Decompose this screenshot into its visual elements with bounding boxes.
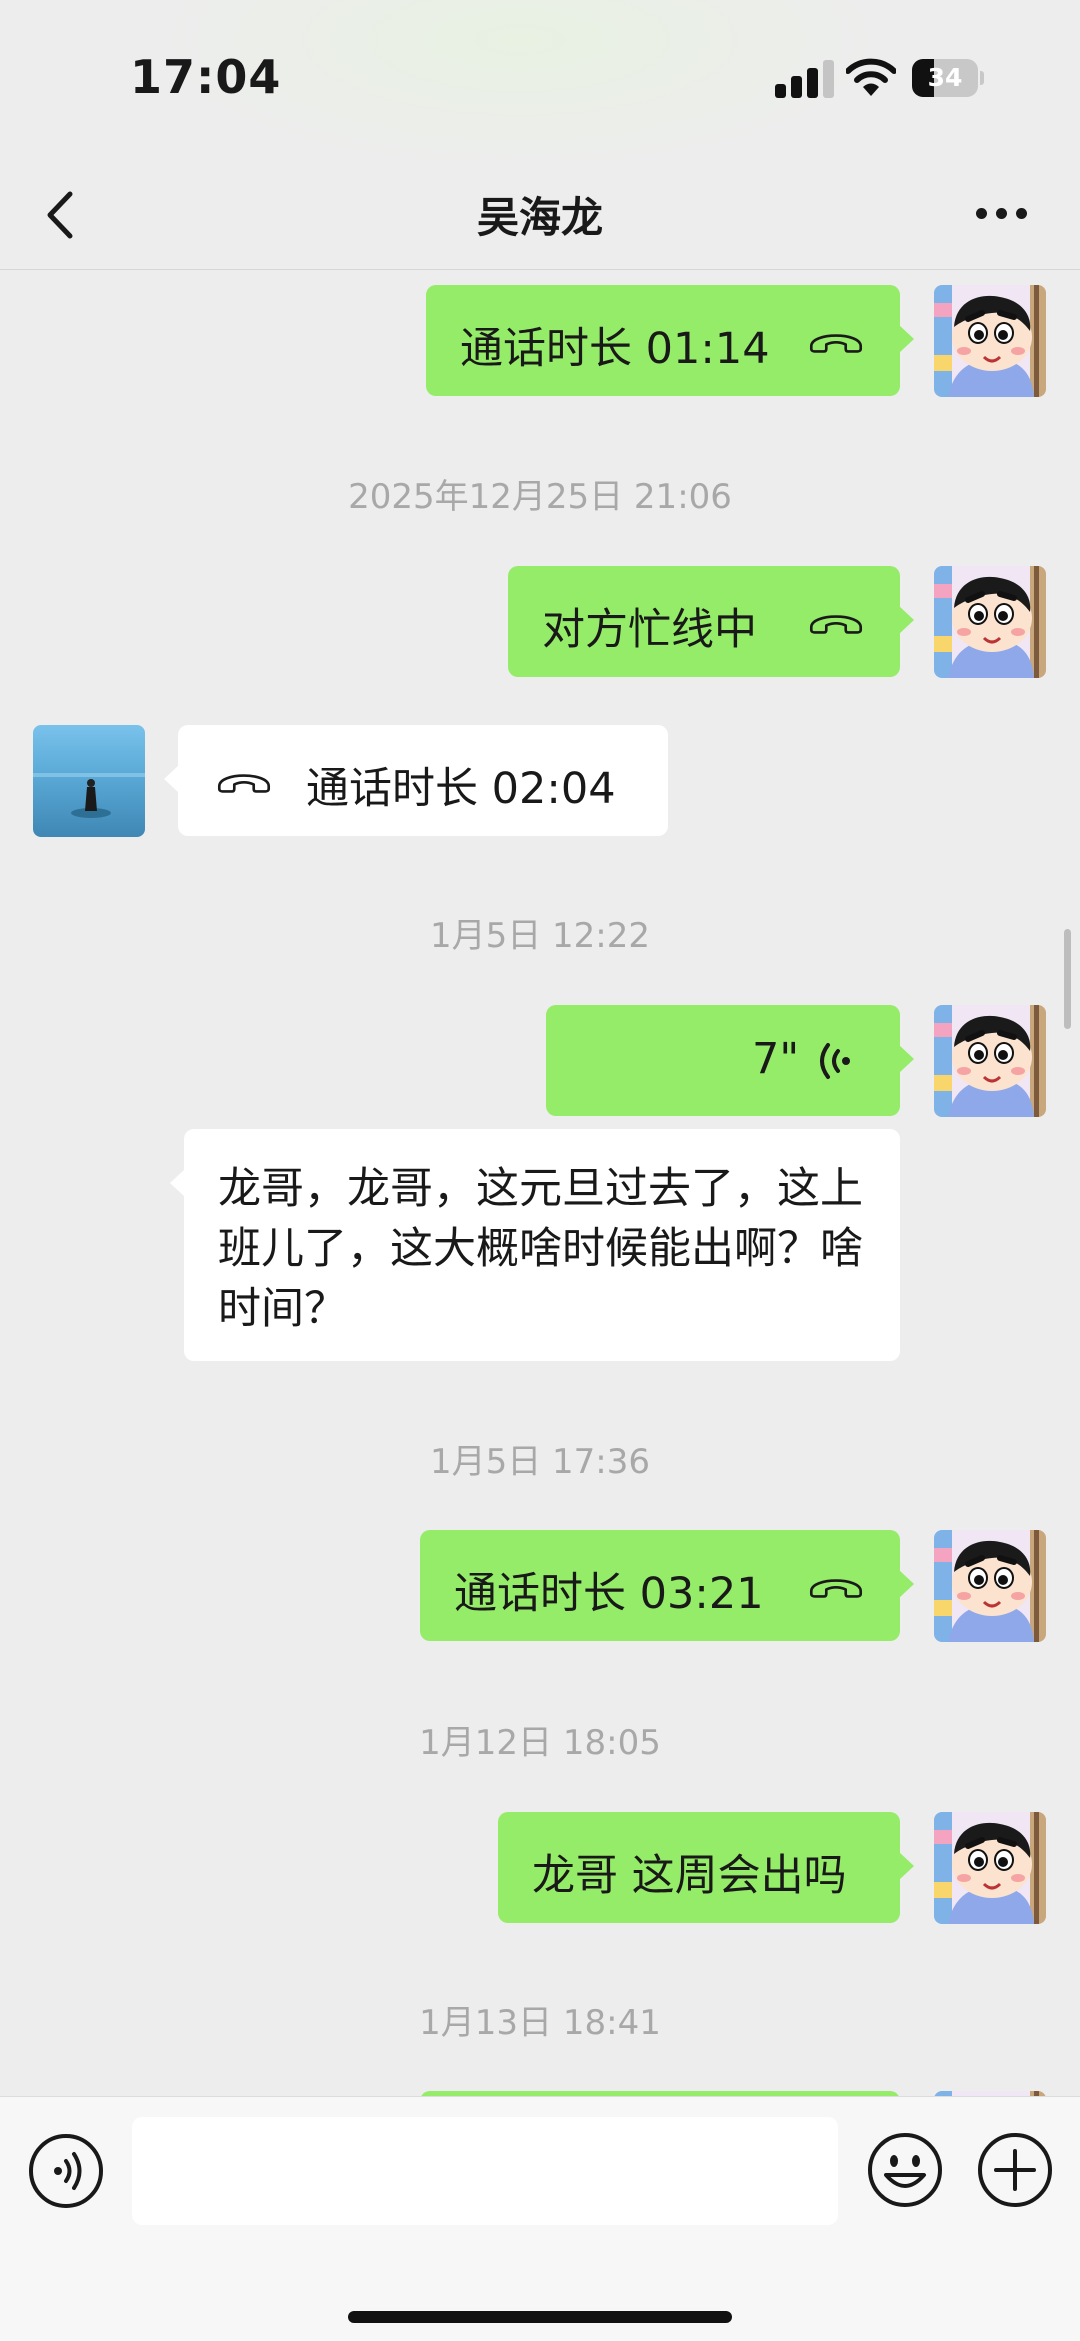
message-call-received[interactable]: 通话时长 02:04 (164, 725, 668, 836)
timestamp: 1月13日 18:41 (419, 2003, 661, 2043)
my-avatar[interactable] (934, 566, 1046, 678)
nav-bar: 吴海龙 (0, 160, 1080, 270)
more-icon[interactable] (972, 196, 1032, 232)
chat-screen: 17:04 34 吴海龙 通话时长 01:14 2025年12月25日 21:0… (0, 0, 1080, 2341)
phone-icon (809, 1579, 863, 1598)
call-duration-text: 通话时长 02:04 (306, 764, 616, 814)
my-avatar[interactable] (934, 285, 1046, 397)
voice-duration: 7" (752, 1034, 800, 1084)
home-indicator[interactable] (348, 2311, 732, 2323)
message-text-sent[interactable]: 龙哥 这周会出吗 (498, 1812, 914, 1923)
transcript-text: 龙哥，龙哥，这元旦过去了，这上班儿了，这大概啥时候能出啊？啥时间？ (218, 1164, 863, 1334)
call-duration-text: 通话时长 01:14 (460, 324, 770, 374)
battery-icon: 34 (912, 59, 984, 97)
phone-icon (809, 334, 863, 353)
my-avatar[interactable] (934, 1005, 1046, 1117)
status-bar: 17:04 34 (0, 0, 1080, 160)
voice-message[interactable]: 7" (546, 1005, 914, 1116)
voice-transcript[interactable]: 龙哥，龙哥，这元旦过去了，这上班儿了，这大概啥时候能出啊？啥时间？ (170, 1129, 900, 1361)
timestamp: 1月5日 17:36 (429, 1442, 651, 1482)
scrollbar-thumb[interactable] (1064, 929, 1071, 1029)
plus-icon[interactable] (976, 2131, 1054, 2209)
my-avatar[interactable] (934, 1812, 1046, 1924)
message-text: 龙哥 这周会出吗 (532, 1851, 847, 1901)
message-call-sent[interactable]: 通话时长 01:14 (426, 285, 914, 396)
status-time: 17:04 (130, 50, 282, 104)
my-avatar[interactable] (934, 1530, 1046, 1642)
battery-percent: 34 (927, 63, 963, 92)
message-call-sent[interactable]: 对方忙线中 (508, 566, 914, 677)
timestamp: 2025年12月25日 21:06 (348, 477, 732, 517)
back-arrow-icon[interactable] (36, 180, 86, 250)
message-input[interactable] (132, 2117, 838, 2225)
contact-avatar[interactable] (33, 725, 145, 837)
voice-wave-icon (820, 1043, 850, 1079)
wifi-icon (846, 58, 896, 96)
timestamp: 1月5日 12:22 (429, 916, 651, 956)
emoji-icon[interactable] (866, 2131, 944, 2209)
message-list[interactable]: 通话时长 01:14 2025年12月25日 21:06 对方忙线中 通话时长 … (0, 271, 1080, 2096)
input-bar (0, 2096, 1080, 2341)
signal-icon (775, 60, 835, 98)
timestamp: 1月12日 18:05 (419, 1723, 661, 1763)
voice-input-icon[interactable] (28, 2133, 104, 2209)
phone-icon (809, 615, 863, 634)
call-duration-text: 通话时长 03:21 (454, 1569, 764, 1619)
message-call-sent[interactable]: 通话时长 03:21 (420, 1530, 914, 1641)
chat-title: 吴海龙 (476, 193, 603, 242)
phone-icon (217, 774, 271, 793)
call-status-text: 对方忙线中 (542, 605, 757, 655)
